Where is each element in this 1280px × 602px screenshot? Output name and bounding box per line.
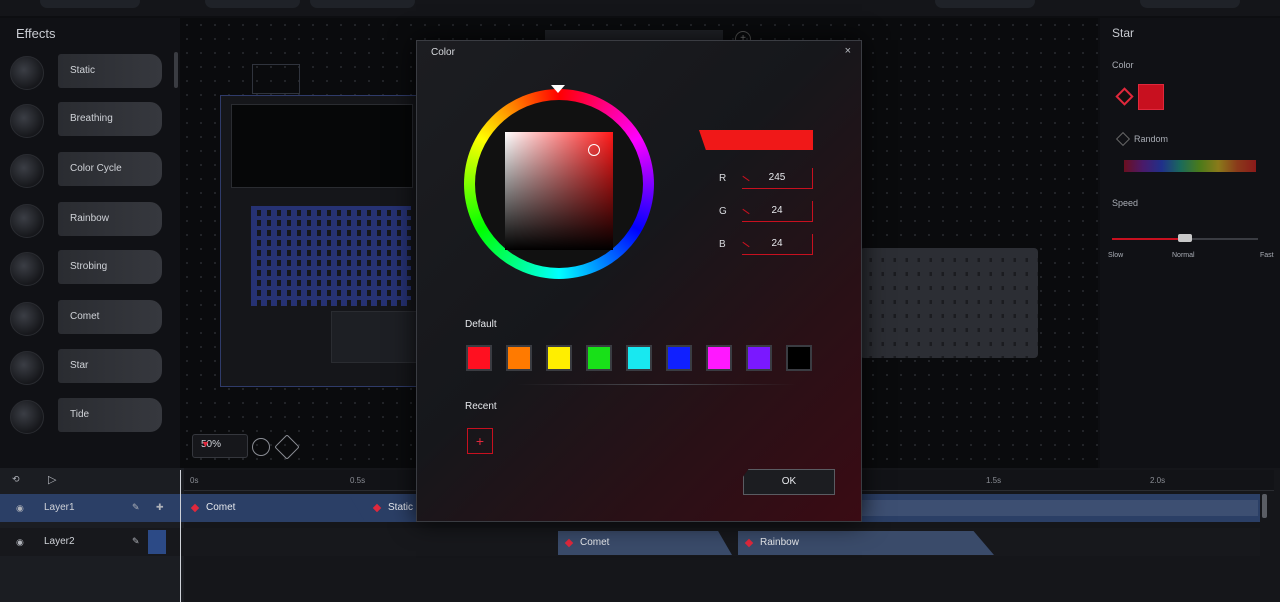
default-swatch-green[interactable]	[586, 345, 612, 371]
play-icon[interactable]: ▷	[48, 473, 56, 486]
effects-panel: Effects Static Breathing Color Cycle Rai…	[0, 18, 180, 468]
g-input[interactable]: 24	[742, 201, 813, 222]
effects-scrollbar[interactable]	[174, 52, 178, 88]
edit-icon[interactable]: ✎	[132, 536, 140, 547]
add-recent-color-button[interactable]: +	[467, 428, 493, 454]
zoom-select[interactable]: 50% ▼	[192, 434, 248, 458]
speed-slider-handle[interactable]	[1178, 234, 1192, 242]
laptop-screen	[231, 104, 413, 188]
default-swatch-red[interactable]	[466, 345, 492, 371]
ok-button[interactable]: OK	[743, 469, 835, 495]
default-swatch-black[interactable]	[786, 345, 812, 371]
effect-label: Tide	[58, 398, 162, 432]
b-input[interactable]: 24	[742, 234, 813, 255]
ruler-tick: 0s	[190, 476, 199, 485]
clip[interactable]: Comet	[184, 496, 364, 520]
close-icon[interactable]: ×	[845, 45, 851, 57]
effect-tide[interactable]: Tide	[10, 398, 162, 434]
tide-icon	[10, 400, 44, 434]
top-search[interactable]	[1140, 0, 1240, 8]
speed-normal-label: Normal	[1172, 252, 1195, 259]
laptop-touchpad	[331, 311, 423, 363]
effect-label: Comet	[58, 300, 162, 334]
dialog-title: Color	[431, 47, 455, 58]
color-dialog: Color × R 245 G 24 B 24 Default Recent +…	[416, 40, 862, 522]
top-button[interactable]	[935, 0, 1035, 8]
star-settings-panel: Star Color Random Speed Slow Normal Fast	[1100, 18, 1280, 468]
layer-name[interactable]: Layer2	[44, 536, 75, 547]
b-label: B	[719, 239, 726, 250]
effect-static[interactable]: Static	[10, 54, 162, 90]
clip-bar[interactable]	[862, 500, 1258, 516]
color-preview	[699, 130, 813, 150]
eye-icon[interactable]: ◉	[16, 537, 24, 548]
rog-logo-icon	[252, 64, 300, 94]
rainbow-icon	[10, 204, 44, 238]
r-label: R	[719, 173, 727, 184]
divider	[517, 384, 797, 385]
default-swatch-blue[interactable]	[666, 345, 692, 371]
layer-name[interactable]: Layer1	[44, 502, 75, 513]
playhead[interactable]	[180, 470, 181, 602]
speed-fast-label: Fast	[1260, 252, 1274, 259]
effect-label: Rainbow	[58, 202, 162, 236]
default-swatch-orange[interactable]	[506, 345, 532, 371]
default-swatch-magenta[interactable]	[706, 345, 732, 371]
static-icon	[10, 56, 44, 90]
color-cycle-icon	[10, 154, 44, 188]
breathing-icon	[10, 104, 44, 138]
ruler-tick: 0.5s	[350, 476, 366, 485]
color-picker-marker[interactable]	[588, 144, 600, 156]
g-label: G	[719, 206, 727, 217]
strobing-icon	[10, 252, 44, 286]
top-button[interactable]	[40, 0, 140, 8]
add-effect-icon[interactable]: ✚	[156, 502, 164, 513]
color-label: Color	[1112, 60, 1134, 70]
effect-label: Breathing	[58, 102, 162, 136]
clip[interactable]: Comet	[558, 531, 732, 555]
speed-label: Speed	[1112, 198, 1139, 208]
ruler-tick: 1.5s	[986, 476, 1002, 485]
effect-color-cycle[interactable]: Color Cycle	[10, 152, 162, 188]
circle-select-icon[interactable]	[252, 438, 270, 456]
effect-comet[interactable]: Comet	[10, 300, 162, 336]
top-button[interactable]	[310, 0, 415, 8]
default-swatch-yellow[interactable]	[546, 345, 572, 371]
speed-slider-fill	[1112, 238, 1188, 240]
top-button[interactable]	[205, 0, 300, 8]
selected-color-swatch[interactable]	[1138, 84, 1164, 110]
effect-label: Strobing	[58, 250, 162, 284]
panel-title: Star	[1112, 26, 1135, 40]
layer-color-tab[interactable]	[148, 530, 166, 554]
ruler-tick: 2.0s	[1150, 476, 1166, 485]
comet-icon	[10, 302, 44, 336]
loop-icon[interactable]: ⟲	[12, 474, 20, 485]
top-bar	[0, 0, 1280, 16]
default-swatch-cyan[interactable]	[626, 345, 652, 371]
chevron-down-icon: ▼	[201, 439, 210, 449]
random-color-gradient[interactable]	[1124, 160, 1256, 172]
recent-label: Recent	[465, 401, 497, 412]
star-icon	[10, 351, 44, 385]
laptop-device[interactable]	[220, 95, 423, 387]
clip[interactable]: Rainbow	[738, 531, 994, 555]
effects-title: Effects	[16, 26, 56, 41]
default-label: Default	[465, 319, 497, 330]
r-input[interactable]: 245	[742, 168, 813, 189]
random-label: Random	[1134, 134, 1169, 144]
effect-label: Star	[58, 349, 162, 383]
effect-breathing[interactable]: Breathing	[10, 102, 162, 138]
effect-star[interactable]: Star	[10, 349, 162, 385]
effect-strobing[interactable]: Strobing	[10, 250, 162, 286]
speed-slow-label: Slow	[1108, 252, 1124, 259]
effect-label: Static	[58, 54, 162, 88]
timeline-scrollbar[interactable]	[1262, 494, 1267, 518]
default-swatch-purple[interactable]	[746, 345, 772, 371]
effect-label: Color Cycle	[58, 152, 162, 186]
edit-icon[interactable]: ✎	[132, 502, 140, 513]
keyboard-device[interactable]	[860, 248, 1038, 358]
effect-rainbow[interactable]: Rainbow	[10, 202, 162, 238]
laptop-keyboard	[251, 206, 411, 306]
eye-icon[interactable]: ◉	[16, 503, 24, 514]
